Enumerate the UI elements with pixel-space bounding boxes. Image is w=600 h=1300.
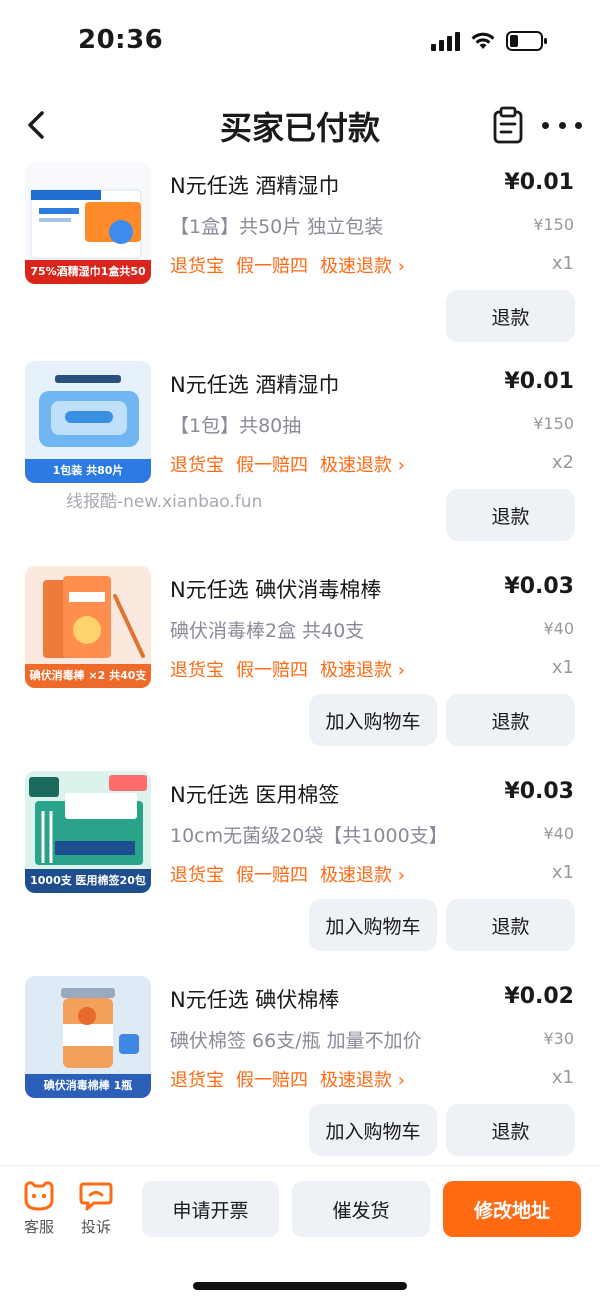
- tag-fast-refund[interactable]: 极速退款 ›: [320, 861, 405, 887]
- add-to-cart-button[interactable]: 加入购物车: [309, 1104, 437, 1156]
- tag-fast-refund[interactable]: 极速退款 ›: [320, 451, 405, 477]
- product-price: ¥0.01: [504, 170, 574, 195]
- product-title[interactable]: N元任选 酒精湿巾: [170, 170, 339, 200]
- battery-icon: [506, 30, 548, 52]
- watermark: 线报酷-new.xianbao.fun: [66, 492, 263, 512]
- product-quantity: x2: [551, 452, 574, 473]
- original-price: ¥150: [533, 414, 574, 433]
- product-quantity: x1: [551, 862, 574, 883]
- customer-service-label: 客服: [23, 1218, 54, 1236]
- more-options-button[interactable]: [542, 105, 582, 145]
- product-price: ¥0.03: [504, 574, 574, 599]
- product-image[interactable]: 1包装 共80片: [25, 361, 151, 483]
- original-price: ¥30: [543, 1029, 574, 1048]
- status-time: 20:36: [78, 25, 164, 55]
- service-tags: 退货宝 假一赔四 极速退款 ›: [170, 656, 405, 682]
- more-dot: [575, 121, 582, 129]
- service-tags: 退货宝 假一赔四 极速退款 ›: [170, 861, 405, 887]
- tag-fake-compensation: 假一赔四: [236, 865, 308, 886]
- product-image-label: 1包装 共80片: [25, 459, 151, 483]
- customer-service-icon: [19, 1180, 59, 1216]
- product-spec: 10cm无菌级20袋【共1000支】: [170, 825, 448, 847]
- cellular-signal-icon: [431, 31, 460, 51]
- order-item: 碘伏消毒棒 ×2 共40支 N元任选 碘伏消毒棉棒 ¥0.03 碘伏消毒棒2盒 …: [0, 566, 600, 766]
- complaint-icon: [76, 1180, 116, 1216]
- tag-fake-compensation: 假一赔四: [236, 256, 308, 277]
- tag-return-insurance: 退货宝: [170, 1070, 224, 1091]
- product-image[interactable]: 75%酒精湿巾1盒共50片: [25, 162, 151, 284]
- add-to-cart-button[interactable]: 加入购物车: [309, 899, 437, 951]
- status-bar: 20:36: [0, 0, 600, 80]
- bottom-action-bar: 客服 投诉 申请开票 催发货 修改地址: [0, 1165, 600, 1300]
- product-spec: 碘伏棉签 66支/瓶 加量不加价: [170, 1030, 422, 1052]
- wifi-icon: [470, 31, 496, 51]
- tag-return-insurance: 退货宝: [170, 660, 224, 681]
- refund-button[interactable]: 退款: [446, 899, 575, 951]
- product-image[interactable]: 碘伏消毒棒 ×2 共40支: [25, 566, 151, 688]
- tag-fake-compensation: 假一赔四: [236, 660, 308, 681]
- refund-button[interactable]: 退款: [446, 290, 575, 342]
- original-price: ¥40: [543, 824, 574, 843]
- service-tags: 退货宝 假一赔四 极速退款 ›: [170, 451, 405, 477]
- product-image-label: 75%酒精湿巾1盒共50片: [25, 260, 151, 284]
- product-title[interactable]: N元任选 碘伏棉棒: [170, 984, 339, 1014]
- clipboard-icon: [493, 106, 523, 144]
- order-item: 75%酒精湿巾1盒共50片 N元任选 酒精湿巾 ¥0.01 【1盒】共50片 独…: [0, 162, 600, 362]
- product-image[interactable]: 碘伏消毒棉棒 1瓶: [25, 976, 151, 1098]
- urge-shipment-button[interactable]: 催发货: [292, 1181, 430, 1237]
- order-item: 1包装 共80片 N元任选 酒精湿巾 ¥0.01 【1包】共80抽 ¥150 退…: [0, 361, 600, 561]
- service-tags: 退货宝 假一赔四 极速退款 ›: [170, 1066, 405, 1092]
- product-title[interactable]: N元任选 医用棉签: [170, 779, 339, 809]
- home-indicator[interactable]: [193, 1282, 407, 1290]
- product-spec: 碘伏消毒棒2盒 共40支: [170, 620, 365, 642]
- order-item: 碘伏消毒棉棒 1瓶 N元任选 碘伏棉棒 ¥0.02 碘伏棉签 66支/瓶 加量不…: [0, 976, 600, 1176]
- tag-fast-refund[interactable]: 极速退款 ›: [320, 656, 405, 682]
- tag-fake-compensation: 假一赔四: [236, 1070, 308, 1091]
- product-quantity: x1: [551, 253, 574, 274]
- more-dot: [558, 121, 566, 129]
- product-image-label: 碘伏消毒棉棒 1瓶: [25, 1074, 151, 1098]
- tag-return-insurance: 退货宝: [170, 256, 224, 277]
- product-image[interactable]: 1000支 医用棉签20包: [25, 771, 151, 893]
- product-spec: 【1包】共80抽: [170, 415, 302, 437]
- product-quantity: x1: [551, 1067, 574, 1088]
- product-image-label: 1000支 医用棉签20包: [25, 869, 151, 893]
- product-quantity: x1: [551, 657, 574, 678]
- product-image-label: 碘伏消毒棒 ×2 共40支: [25, 664, 151, 688]
- request-invoice-button[interactable]: 申请开票: [142, 1181, 279, 1237]
- service-tags: 退货宝 假一赔四 极速退款 ›: [170, 252, 405, 278]
- add-to-cart-button[interactable]: 加入购物车: [309, 694, 437, 746]
- product-price: ¥0.03: [504, 779, 574, 804]
- original-price: ¥150: [533, 215, 574, 234]
- nav-bar: 买家已付款: [0, 95, 600, 155]
- tag-fake-compensation: 假一赔四: [236, 455, 308, 476]
- tag-fast-refund[interactable]: 极速退款 ›: [320, 252, 405, 278]
- product-price: ¥0.02: [504, 984, 574, 1009]
- tag-fast-refund[interactable]: 极速退款 ›: [320, 1066, 405, 1092]
- refund-button[interactable]: 退款: [446, 1104, 575, 1156]
- status-icons: [431, 30, 548, 52]
- more-dot: [542, 121, 549, 129]
- product-title[interactable]: N元任选 碘伏消毒棉棒: [170, 574, 381, 604]
- product-spec: 【1盒】共50片 独立包装: [170, 216, 384, 238]
- tag-return-insurance: 退货宝: [170, 865, 224, 886]
- original-price: ¥40: [543, 619, 574, 638]
- refund-button[interactable]: 退款: [446, 694, 575, 746]
- clipboard-button[interactable]: [490, 105, 526, 145]
- tag-return-insurance: 退货宝: [170, 455, 224, 476]
- change-address-button[interactable]: 修改地址: [443, 1181, 581, 1237]
- complaint-label: 投诉: [80, 1218, 111, 1236]
- refund-button[interactable]: 退款: [446, 489, 575, 541]
- product-price: ¥0.01: [504, 369, 574, 394]
- order-item: 1000支 医用棉签20包 N元任选 医用棉签 ¥0.03 10cm无菌级20袋…: [0, 771, 600, 971]
- product-title[interactable]: N元任选 酒精湿巾: [170, 369, 339, 399]
